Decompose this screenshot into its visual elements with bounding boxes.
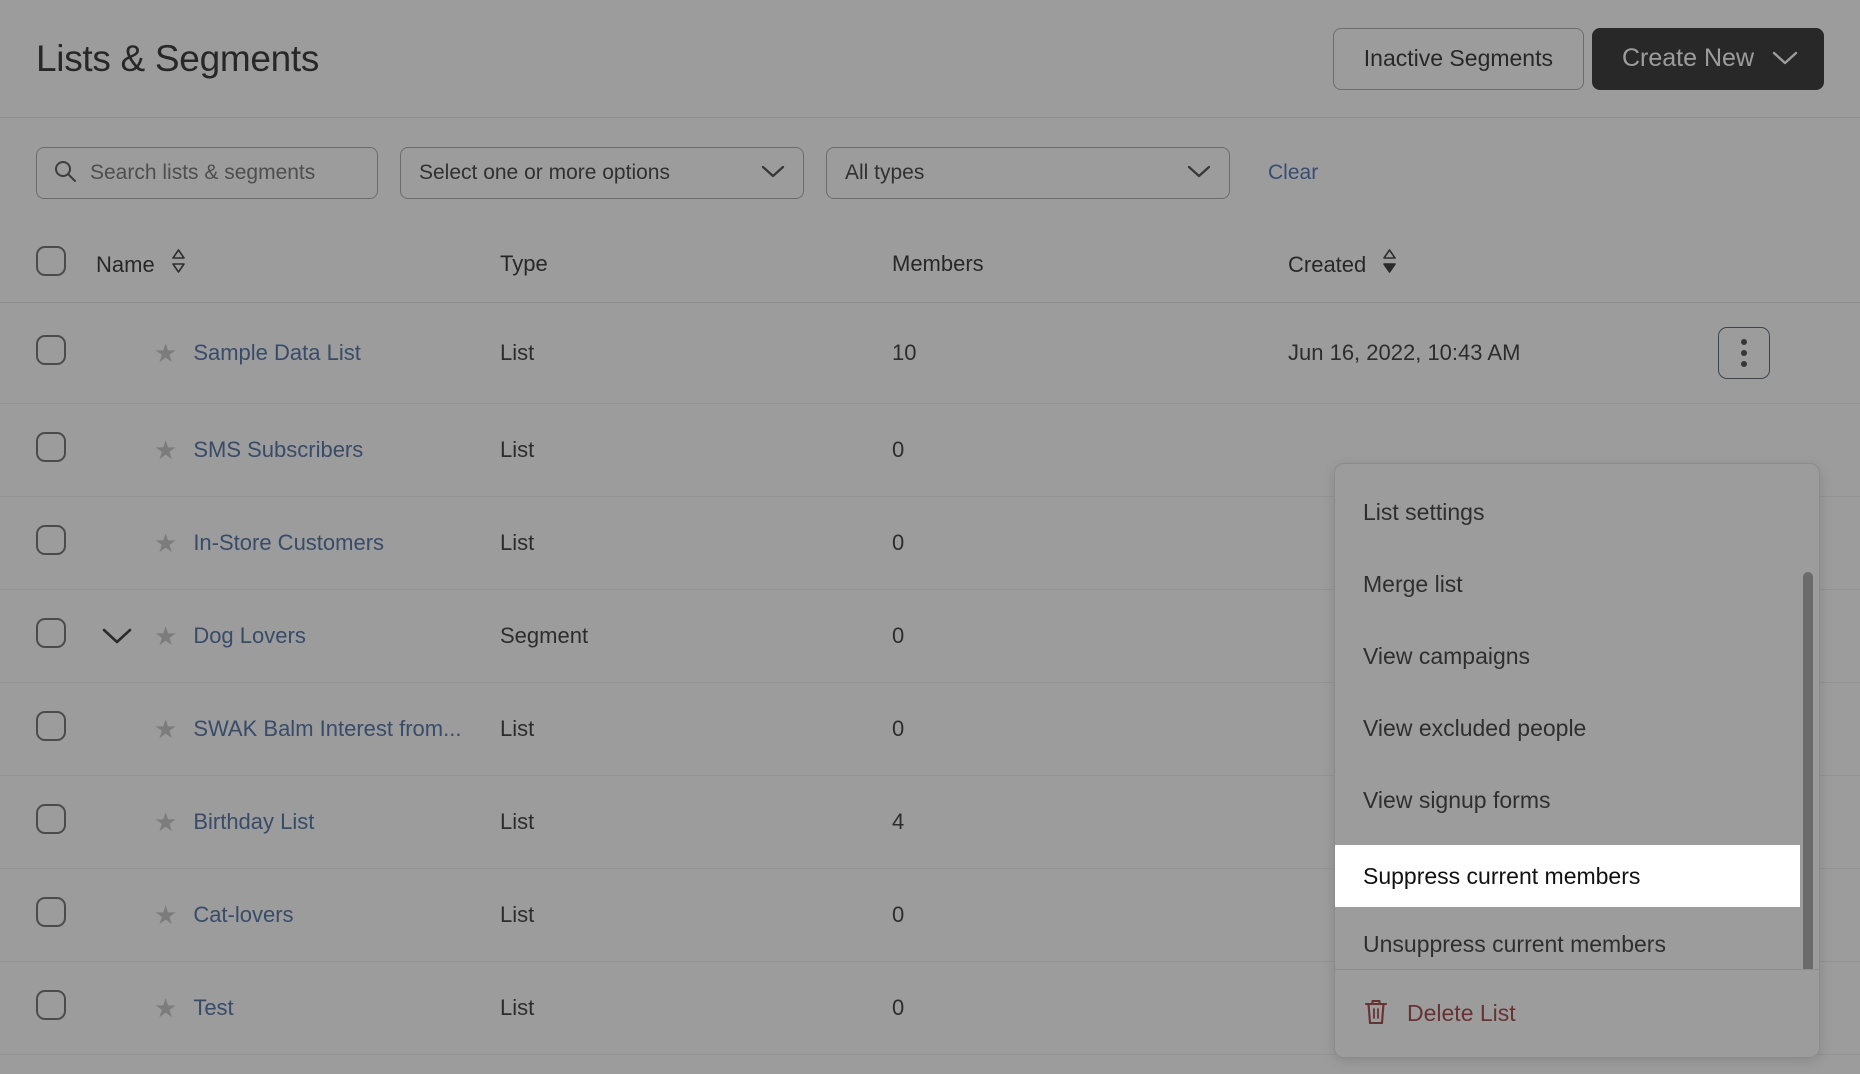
modal-overlay	[0, 0, 1860, 1074]
suppress-current-members-menu-item[interactable]: Suppress current members	[1335, 845, 1800, 907]
